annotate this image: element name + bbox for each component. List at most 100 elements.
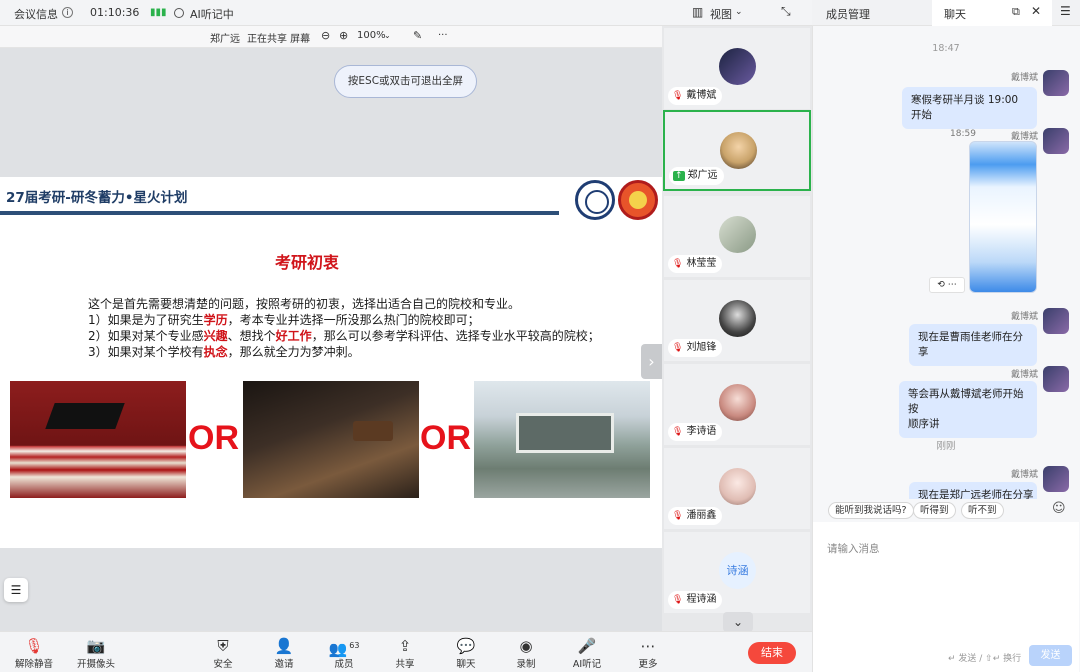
participant-tile[interactable]: 🎙 李诗语 [664, 364, 810, 445]
share-screen-icon: ⇪ [398, 637, 412, 655]
send-shortcut-hint: ↵ 发送 / ⇧↵ 换行 [948, 654, 1022, 664]
ai-status-icon [174, 8, 184, 18]
participant-tile[interactable]: 🎙 潘丽鑫 [664, 448, 810, 529]
send-button[interactable]: 发送 [1029, 645, 1072, 666]
chevron-down-icon[interactable]: ⌄ [384, 31, 391, 40]
timestamp: 刚刚 [936, 441, 956, 452]
participant-tile[interactable]: 🎙 刘旭锋 [664, 280, 810, 361]
view-button[interactable]: 视图 [710, 6, 732, 22]
chat-message: 寒假考研半月谈 19:00 开始 [902, 87, 1037, 129]
sharing-label: 正在共享 屏幕 [247, 34, 311, 45]
meeting-timer: 01:10:36 [90, 6, 140, 19]
notes-icon[interactable]: ☰ [4, 578, 28, 602]
chat-button[interactable]: 💬 聊天 [440, 636, 492, 670]
next-page-button[interactable]: › [641, 344, 662, 379]
message-input-placeholder: 请输入消息 [827, 543, 880, 555]
avatar [719, 48, 756, 85]
avatar[interactable] [1043, 308, 1069, 334]
more-options-icon[interactable]: ··· [438, 30, 448, 41]
camera-button[interactable]: 📷 开摄像头 [70, 636, 122, 670]
invite-button[interactable]: 👤 邀请 [258, 636, 310, 670]
more-icon[interactable]: ⋯ [948, 280, 957, 290]
participant-name: 程诗涵 [686, 594, 717, 605]
university-gate-image [474, 381, 650, 498]
mic-muted-icon: 🎙 [672, 511, 684, 521]
view-icon: ▥ [692, 5, 704, 19]
slide-point-3: 3）如果对某个学校有执念，那么就全力为梦冲刺。 [88, 345, 360, 359]
sender-name: 戴博斌 [1010, 312, 1038, 322]
menu-icon[interactable]: ☰ [1060, 4, 1071, 18]
presenter-name: 郑广远 [210, 34, 240, 45]
esc-exit-hint[interactable]: 按ESC或双击可退出全屏 [334, 65, 477, 98]
end-meeting-button[interactable]: 结束 [748, 642, 796, 664]
participant-name: 戴博斌 [686, 90, 717, 101]
or-text-2: OR [420, 419, 471, 457]
tab-member-management[interactable]: 成员管理 [826, 6, 870, 22]
info-icon[interactable]: i [62, 7, 73, 18]
record-button[interactable]: ◉ 录制 [500, 636, 552, 670]
avatar[interactable] [1043, 70, 1069, 96]
exit-fullscreen-icon[interactable]: ⤡ [781, 4, 791, 19]
sender-name: 戴博斌 [1010, 73, 1038, 83]
zoom-out-icon[interactable]: ⊖ [321, 29, 330, 42]
slide-point-1: 1）如果是为了研究生学历，考本专业并选择一所没那么热门的院校即可； [88, 313, 480, 327]
zoom-level[interactable]: 100% [357, 30, 386, 41]
participant-name: 潘丽鑫 [686, 510, 717, 521]
participant-tile[interactable]: 🎙 戴博斌 [664, 28, 810, 109]
avatar[interactable] [1043, 128, 1069, 154]
avatar[interactable] [1043, 466, 1069, 492]
zoom-in-icon[interactable]: ⊕ [339, 29, 348, 42]
avatar[interactable] [1043, 366, 1069, 392]
presentation-slide: 27届考研-研冬蓄力•星火计划 考研初衷 这个是首先需要想清楚的问题，按照考研的… [0, 177, 662, 548]
quick-replies: 能听到我说话吗? 听得到 听不到 ☺ [812, 499, 1080, 521]
ai-mic-icon: 🎤 [577, 637, 597, 655]
participant-name: 林莹莹 [686, 258, 717, 269]
avatar [719, 300, 756, 337]
participant-tile[interactable]: 诗涵 🎙 程诗涵 [664, 532, 810, 613]
meeting-toolbar: 🎙 解除静音 📷 开摄像头 ⛨ 安全 👤 邀请 👥 63 成员 ⇪ 共享 💬 聊天 ◉ 录制 🎤 A… [0, 631, 812, 672]
members-button[interactable]: 👥 63 成员 [318, 636, 370, 670]
chat-image-message[interactable] [969, 141, 1037, 293]
shield-icon: ⛨ [217, 637, 229, 655]
slide-point-2: 2）如果对某个专业感兴趣、想找个好工作，那么可以参考学科评估、选择专业水平较高的… [88, 329, 600, 343]
download-icon[interactable]: ⟲ [937, 280, 945, 290]
mic-muted-icon: 🎙 [672, 259, 684, 269]
annotate-pen-icon[interactable]: ✎ [413, 29, 422, 42]
quick-reply-can-hear[interactable]: 听得到 [913, 502, 956, 519]
scroll-down-button[interactable]: ⌄ [723, 612, 753, 632]
image-actions[interactable]: ⟲ ⋯ [929, 277, 965, 293]
participant-tile[interactable]: 🎙 林莹莹 [664, 196, 810, 277]
more-button[interactable]: ⋯ 更多 [622, 636, 674, 670]
ai-notes-status[interactable]: AI听记中 [190, 6, 234, 22]
mic-off-icon: 🎙 [24, 637, 44, 655]
chat-message: 现在是郑广远老师在分享 [909, 482, 1037, 499]
participant-name: 郑广远 [687, 170, 718, 181]
slide-heading: 考研初衷 [275, 253, 340, 272]
participant-name: 刘旭锋 [686, 342, 717, 353]
popout-icon[interactable]: ⧉ [1012, 5, 1020, 19]
chevron-down-icon[interactable]: ⌄ [735, 7, 743, 17]
sender-name: 戴博斌 [1010, 470, 1038, 480]
panel-tabs: 成员管理 聊天 ⧉ ✕ ☰ [812, 0, 1080, 26]
ai-notes-button[interactable]: 🎤 AI听记 [561, 636, 613, 670]
members-count: 63 [349, 641, 360, 650]
graduation-cap-image [10, 381, 186, 498]
emoji-icon[interactable]: ☺ [1052, 501, 1066, 516]
unmute-button[interactable]: 🎙 解除静音 [8, 636, 60, 670]
share-button[interactable]: ⇪ 共享 [379, 636, 431, 670]
mic-muted-icon: 🎙 [672, 595, 684, 605]
meeting-top-bar: 会议信息 i 01:10:36 ▮▮▮ AI听记中 ▥ 视图 ⌄ ⤡ [0, 0, 812, 26]
quick-reply-can-you-hear[interactable]: 能听到我说话吗? [828, 502, 914, 519]
university-logo [575, 180, 615, 220]
participant-tile-active-speaker[interactable]: ↑ 郑广远 [663, 110, 811, 191]
slide-title-rule [0, 211, 559, 215]
quick-reply-cannot-hear[interactable]: 听不到 [961, 502, 1004, 519]
avatar [719, 216, 756, 253]
avatar [719, 384, 756, 421]
gavel-books-image [243, 381, 419, 498]
close-icon[interactable]: ✕ [1031, 4, 1041, 18]
more-icon: ⋯ [640, 637, 656, 655]
participant-video-list[interactable]: 🎙 戴博斌 ↑ 郑广远 🎙 林莹莹 🎙 刘旭锋 🎙 李诗语 🎙 潘丽鑫 诗涵 🎙 程诗涵 [662, 26, 812, 631]
security-button[interactable]: ⛨ 安全 [197, 636, 249, 670]
meeting-info-label[interactable]: 会议信息 [14, 6, 58, 22]
